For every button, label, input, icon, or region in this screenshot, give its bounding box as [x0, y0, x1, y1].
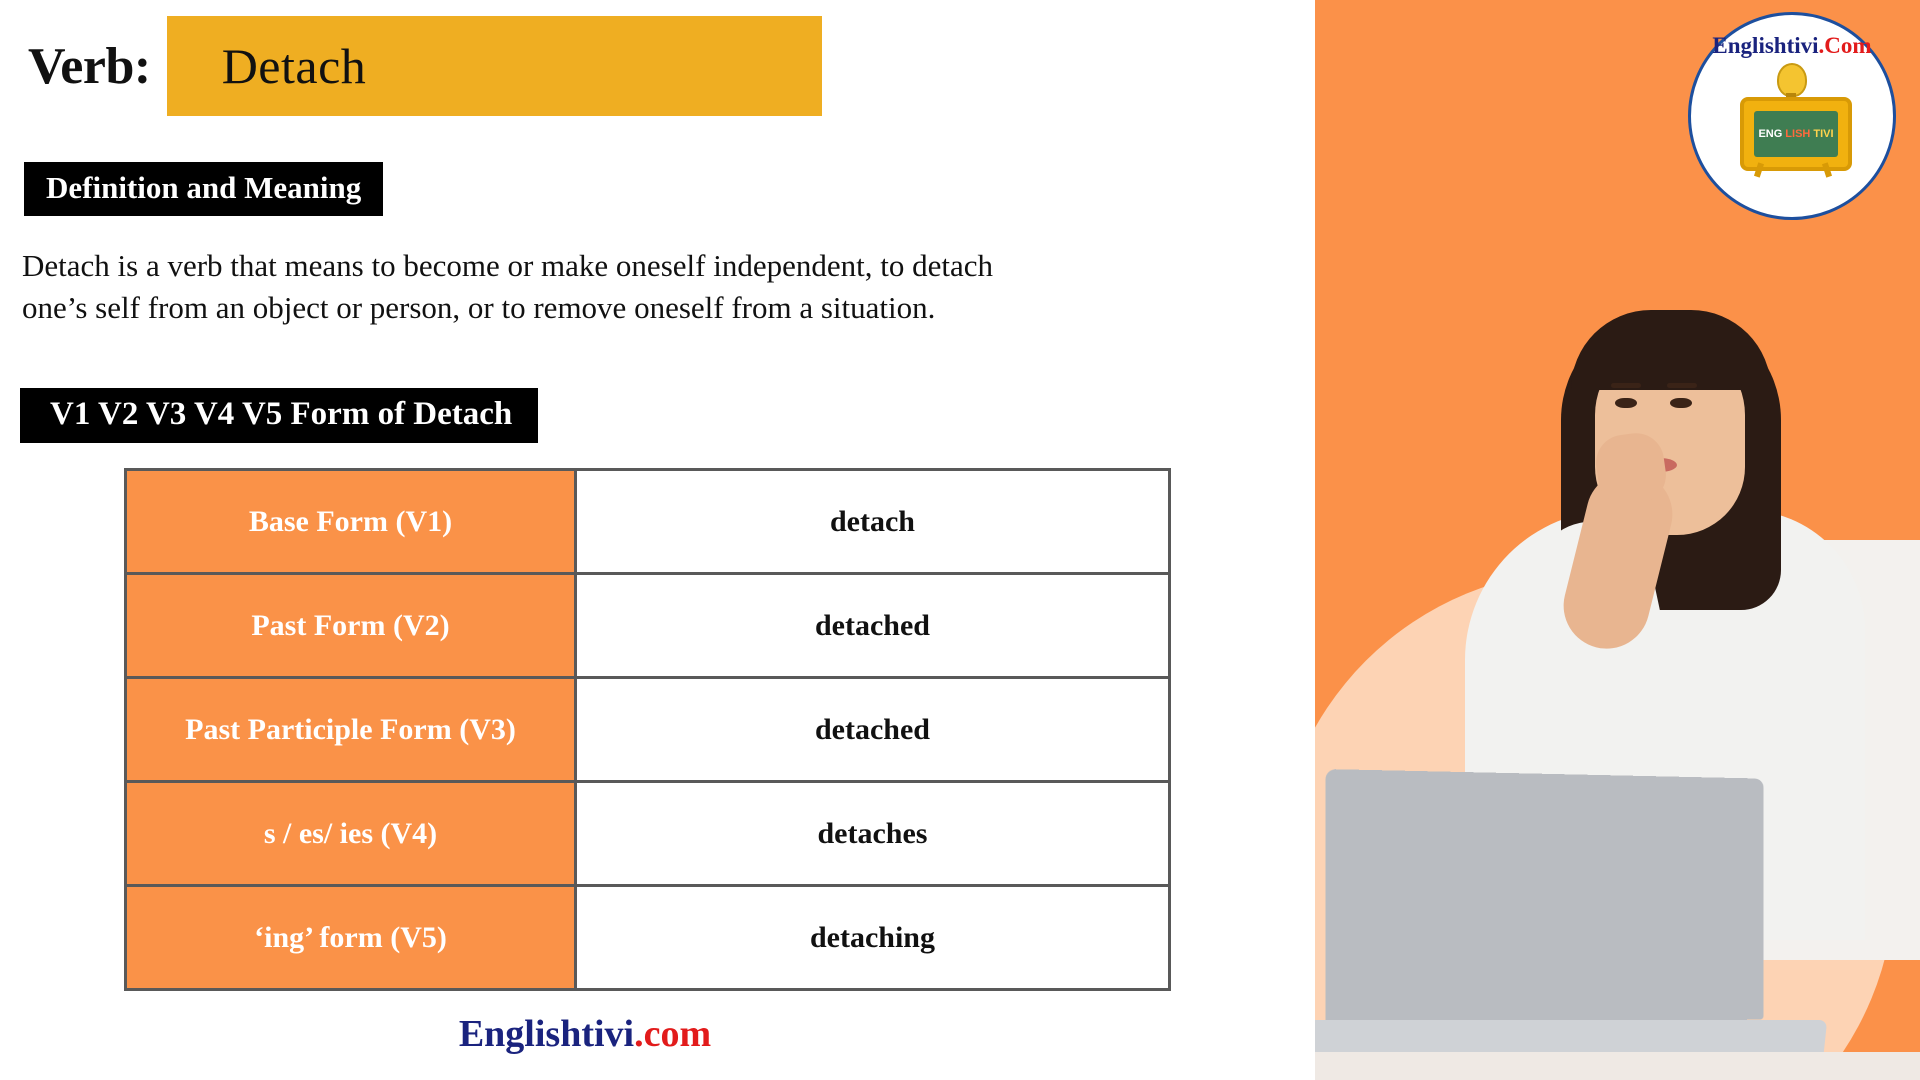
- desk: [1315, 1052, 1920, 1080]
- form-value: detached: [574, 676, 1171, 783]
- form-value: detach: [574, 468, 1171, 575]
- tv-icon: ENG LISH TIVI: [1740, 97, 1852, 171]
- form-value: detaching: [574, 884, 1171, 991]
- tv-screen: ENG LISH TIVI: [1754, 111, 1838, 157]
- forms-heading: V1 V2 V3 V4 V5 Form of Detach: [20, 388, 539, 443]
- badge-brand-suffix: .Com: [1818, 33, 1872, 58]
- eye-right: [1670, 398, 1692, 408]
- definition-heading: Definition and Meaning: [24, 162, 384, 216]
- lightbulb-icon: [1777, 63, 1807, 100]
- table-row: Past Participle Form (V3) detached: [124, 676, 1171, 783]
- verb-title-row: Verb: Detach: [0, 16, 822, 116]
- footer-brand-primary: Englishtivi: [458, 1013, 635, 1055]
- laptop-screen: [1325, 769, 1764, 1029]
- verb-label: Verb:: [28, 37, 151, 95]
- eye-left: [1615, 398, 1637, 408]
- table-row: Base Form (V1) detach: [124, 468, 1171, 575]
- verb-forms-table: Base Form (V1) detach Past Form (V2) det…: [124, 468, 1171, 991]
- form-label: s / es/ ies (V4): [124, 780, 577, 887]
- tv-screen-text-2: LISH: [1785, 128, 1811, 140]
- definition-text: Detach is a verb that means to become or…: [22, 248, 993, 326]
- tv-lightbulb-icon: ENG LISH TIVI: [1732, 63, 1852, 181]
- hair-front: [1571, 310, 1771, 390]
- eyebrow-left: [1611, 383, 1641, 388]
- table-row: s / es/ ies (V4) detaches: [124, 780, 1171, 887]
- badge-brand: Englishtivi.Com: [1712, 33, 1871, 59]
- verb-word: Detach: [221, 38, 367, 94]
- table-row: Past Form (V2) detached: [124, 572, 1171, 679]
- tv-screen-text-3: TIVI: [1813, 128, 1834, 140]
- eyebrow-right: [1667, 383, 1697, 388]
- form-label: Past Participle Form (V3): [124, 676, 577, 783]
- footer-brand-suffix: .com: [634, 1013, 712, 1055]
- content-panel: Verb: Detach Definition and Meaning Deta…: [0, 0, 1315, 1080]
- englishtivi-logo-badge: Englishtivi.Com ENG LISH TIVI: [1688, 12, 1896, 220]
- table-row: ‘ing’ form (V5) detaching: [124, 884, 1171, 991]
- tv-screen-text-1: ENG: [1758, 128, 1783, 140]
- footer-brand: Englishtivi.com: [0, 1012, 1170, 1056]
- poster-page: Verb: Detach Definition and Meaning Deta…: [0, 0, 1920, 1080]
- form-value: detached: [574, 572, 1171, 679]
- form-label: Base Form (V1): [124, 468, 577, 575]
- badge-brand-primary: Englishtivi: [1712, 33, 1819, 58]
- form-value: detaches: [574, 780, 1171, 887]
- right-image-panel: Englishtivi.Com ENG LISH TIVI: [1315, 0, 1920, 1080]
- form-label: Past Form (V2): [124, 572, 577, 679]
- form-label: ‘ing’ form (V5): [124, 884, 577, 991]
- verb-word-chip: Detach: [166, 16, 822, 116]
